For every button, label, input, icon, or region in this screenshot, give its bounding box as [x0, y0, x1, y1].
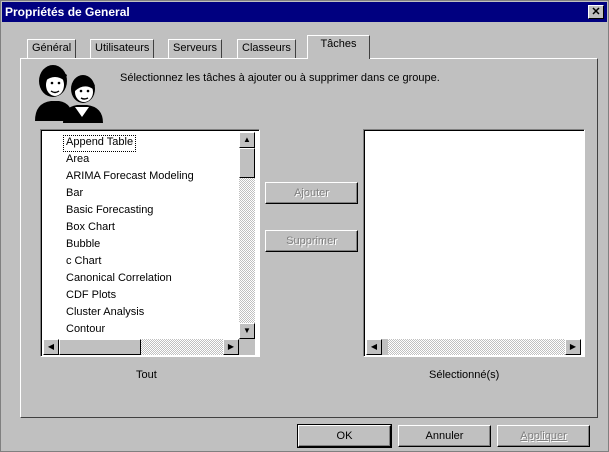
ok-button[interactable]: OK	[297, 424, 392, 448]
selected-list-caption: Sélectionné(s)	[429, 369, 500, 381]
available-list-caption: Tout	[136, 369, 157, 381]
list-item[interactable]: Basic Forecasting	[66, 204, 153, 219]
instruction-text: Sélectionnez les tâches à ajouter ou à s…	[120, 72, 440, 84]
scroll-left-button[interactable]: ◀	[43, 339, 59, 355]
list-item[interactable]: ARIMA Forecast Modeling	[66, 170, 194, 185]
available-tasks-list[interactable]: Append Table Area ARIMA Forecast Modelin…	[40, 129, 260, 357]
tab-tasks[interactable]: Tâches	[307, 35, 370, 59]
properties-dialog: Propriétés de General ✕ Général Utilisat…	[0, 0, 609, 452]
close-button[interactable]: ✕	[588, 5, 604, 19]
list-item[interactable]: Append Table	[62, 135, 137, 152]
apply-button[interactable]: Appliquer	[497, 425, 590, 447]
vertical-scroll-thumb[interactable]	[239, 148, 255, 178]
arrow-right-icon: ▶	[569, 342, 577, 351]
arrow-up-icon: ▲	[243, 135, 251, 144]
users-group-icon	[35, 65, 103, 123]
scroll-down-button[interactable]: ▼	[239, 323, 255, 339]
arrow-down-icon: ▼	[243, 326, 251, 335]
add-button[interactable]: Ajouter	[265, 182, 358, 204]
tab-servers[interactable]: Serveurs	[168, 39, 223, 58]
tab-users[interactable]: Utilisateurs	[90, 39, 155, 58]
scroll-up-button[interactable]: ▲	[239, 132, 255, 148]
scroll-left-button[interactable]: ◀	[366, 339, 382, 355]
horizontal-scroll-thumb[interactable]	[59, 339, 141, 355]
tab-workbooks[interactable]: Classeurs	[237, 39, 296, 58]
scrollbar-corner	[239, 339, 255, 355]
scroll-right-button[interactable]: ▶	[565, 339, 581, 355]
list-item[interactable]: Bar	[66, 187, 83, 202]
title-bar[interactable]: Propriétés de General ✕	[2, 2, 607, 22]
horizontal-scrollbar[interactable]	[366, 339, 581, 355]
tab-general[interactable]: Général	[27, 39, 77, 58]
list-item[interactable]: Contour	[66, 323, 105, 333]
list-item[interactable]: Box Chart	[66, 221, 115, 236]
list-item[interactable]: Cluster Analysis	[66, 306, 144, 321]
list-item[interactable]: Bubble	[66, 238, 100, 253]
list-item[interactable]: Canonical Correlation	[66, 272, 172, 287]
arrow-left-icon: ◀	[47, 342, 55, 351]
remove-button[interactable]: Supprimer	[265, 230, 358, 252]
list-item[interactable]: c Chart	[66, 255, 101, 270]
selected-tasks-list[interactable]: ◀ ▶	[363, 129, 585, 357]
cancel-button[interactable]: Annuler	[398, 425, 491, 447]
list-item[interactable]: CDF Plots	[66, 289, 116, 304]
window-title: Propriétés de General	[5, 5, 130, 19]
arrow-right-icon: ▶	[227, 342, 235, 351]
scroll-right-button[interactable]: ▶	[223, 339, 239, 355]
arrow-left-icon: ◀	[370, 342, 378, 351]
close-icon: ✕	[591, 6, 601, 18]
list-item[interactable]: Area	[66, 153, 89, 168]
horizontal-scroll-thumb[interactable]	[382, 339, 388, 355]
